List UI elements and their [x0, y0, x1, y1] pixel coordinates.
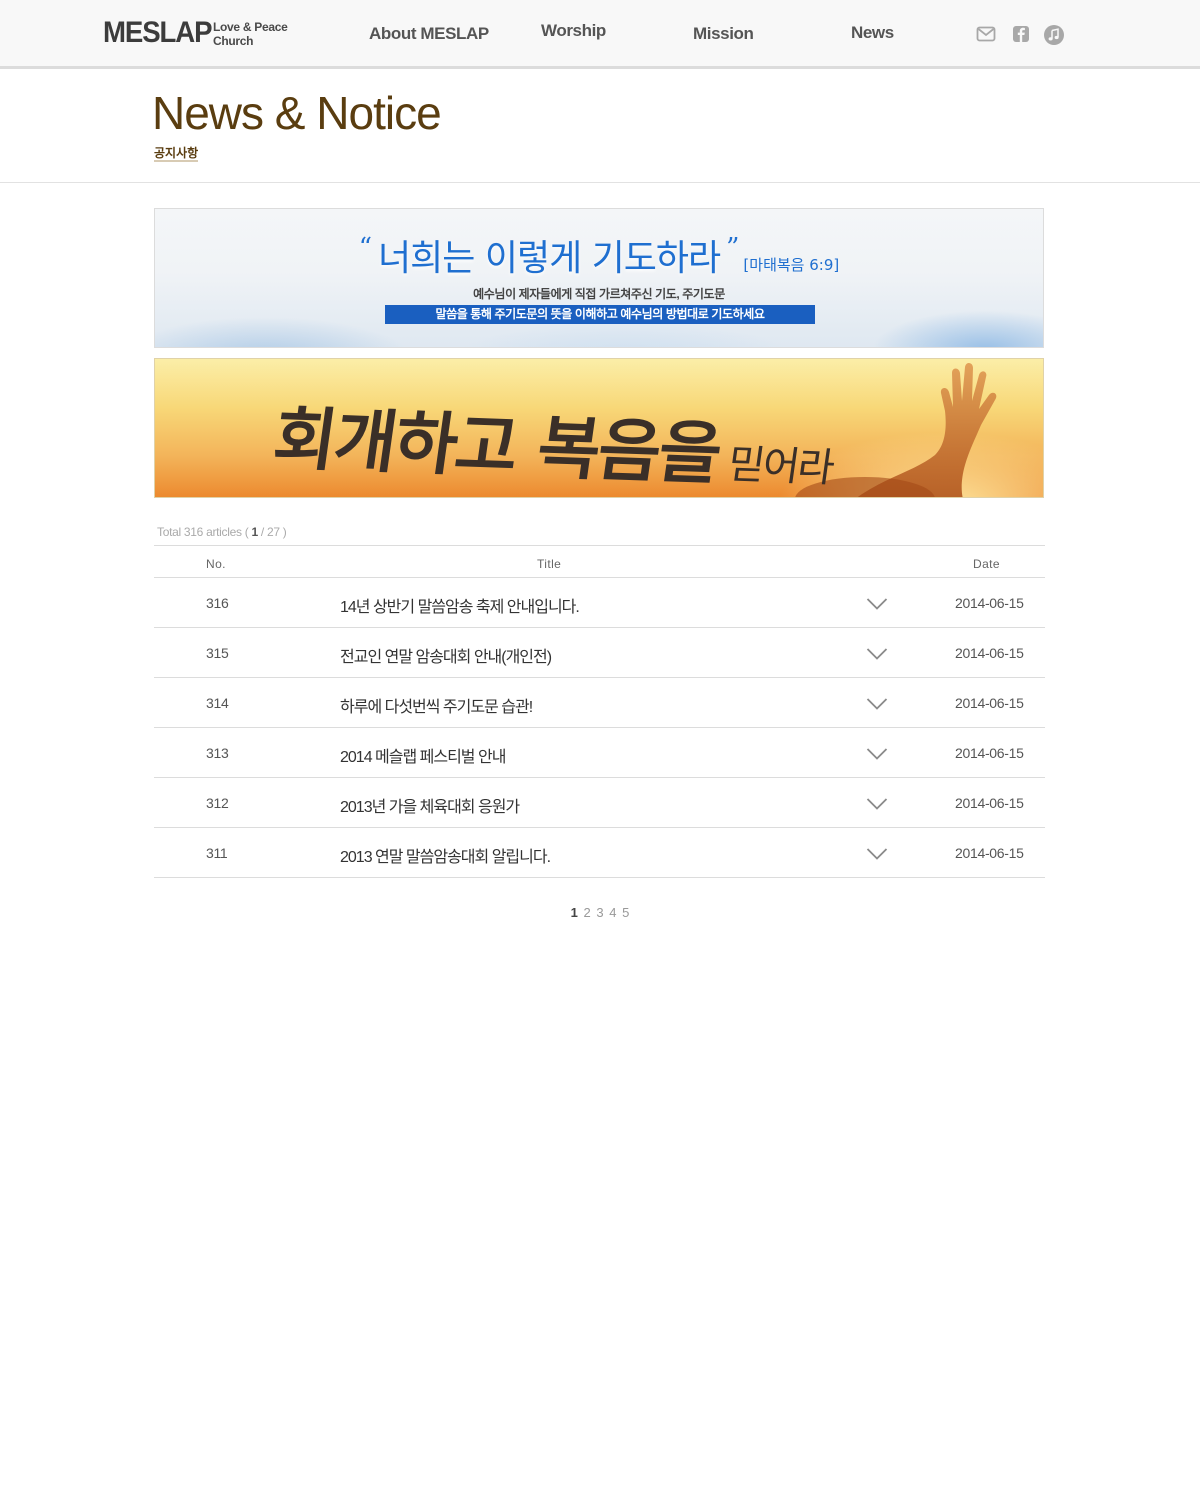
total-count: 316	[183, 525, 204, 539]
row-date: 2014-06-15	[955, 645, 1024, 661]
title-divider	[0, 182, 1200, 183]
row-title[interactable]: 하루에 다섯번씩 주기도문 습관!	[340, 693, 533, 717]
table-header: No. Title Date	[154, 546, 1045, 578]
logo-wordmark: MESLAP	[103, 16, 212, 49]
row-number: 314	[206, 695, 229, 711]
row-number: 315	[206, 645, 229, 661]
site-header: MESLAP Love & Peace Church About MESLAP …	[0, 0, 1200, 69]
chevron-down-icon[interactable]	[866, 647, 888, 661]
total-page-number: 27	[266, 525, 280, 539]
row-number: 316	[206, 595, 229, 611]
total-label: Total	[157, 525, 181, 539]
table-row[interactable]: 311 2013 연말 말씀암송대회 알립니다. 2014-06-15	[154, 828, 1045, 878]
row-date: 2014-06-15	[955, 845, 1024, 861]
prayer-banner-main-text: 너희는 이렇게 기도하라	[378, 238, 721, 279]
page-title: News & Notice	[152, 87, 442, 139]
column-header-no: No.	[206, 557, 226, 571]
page-link-2[interactable]: 2	[584, 905, 591, 920]
chevron-down-icon[interactable]	[866, 747, 888, 761]
open-quote-mark: “	[358, 233, 373, 263]
row-date: 2014-06-15	[955, 795, 1024, 811]
site-logo[interactable]: MESLAP Love & Peace Church	[103, 16, 288, 50]
gospel-banner[interactable]: 회개하고 복음을믿어라	[154, 358, 1044, 498]
nav-about[interactable]: About MESLAP	[369, 24, 489, 44]
current-page-number: 1	[251, 525, 258, 539]
logo-tagline: Love & Peace Church	[213, 20, 288, 48]
prayer-banner[interactable]: “너희는 이렇게 기도하라 ”[마태복음 6:9] 예수님이 제자들에게 직접 가…	[154, 208, 1044, 348]
nav-mission[interactable]: Mission	[693, 24, 754, 44]
articles-label: articles	[206, 525, 242, 539]
row-number: 313	[206, 745, 229, 761]
table-row[interactable]: 313 2014 메슬랩 페스티벌 안내 2014-06-15	[154, 728, 1045, 778]
table-row[interactable]: 316 14년 상반기 말씀암송 축제 안내입니다. 2014-06-15	[154, 578, 1045, 628]
row-date: 2014-06-15	[955, 745, 1024, 761]
row-date: 2014-06-15	[955, 695, 1024, 711]
prayer-banner-highlight: 말씀을 통해 주기도문의 뜻을 이해하고 예수님의 방법대로 기도하세요	[385, 305, 815, 324]
pagination: 1 2 3 4 5	[0, 905, 1200, 920]
row-number: 311	[206, 845, 228, 861]
gospel-banner-main-text: 회개하고 복음을	[268, 399, 726, 495]
row-title[interactable]: 14년 상반기 말씀암송 축제 안내입니다.	[340, 593, 580, 617]
notice-table: No. Title Date 316 14년 상반기 말씀암송 축제 안내입니다…	[154, 545, 1045, 878]
column-header-date: Date	[973, 557, 1000, 571]
prayer-banner-headline: “너희는 이렇게 기도하라 ”[마태복음 6:9]	[155, 229, 1043, 281]
chevron-down-icon[interactable]	[866, 797, 888, 811]
chevron-down-icon[interactable]	[866, 847, 888, 861]
prayer-banner-reference: [마태복음 6:9]	[743, 256, 840, 274]
mail-icon[interactable]	[976, 24, 998, 44]
row-title[interactable]: 2014 메슬랩 페스티벌 안내	[340, 743, 506, 767]
row-date: 2014-06-15	[955, 595, 1024, 611]
prayer-banner-caption: 예수님이 제자들에게 직접 가르쳐주신 기도, 주기도문	[473, 287, 725, 301]
page-link-3[interactable]: 3	[596, 905, 603, 920]
close-quote-mark: ”	[726, 233, 740, 263]
gospel-banner-tail-text: 믿어라	[724, 441, 836, 492]
nav-news[interactable]: News	[851, 23, 894, 43]
page-link-1[interactable]: 1	[571, 905, 578, 920]
facebook-icon[interactable]	[1011, 24, 1033, 44]
table-row[interactable]: 314 하루에 다섯번씩 주기도문 습관! 2014-06-15	[154, 678, 1045, 728]
column-header-title: Title	[537, 557, 562, 571]
page-link-4[interactable]: 4	[609, 905, 616, 920]
gospel-banner-calligraphy: 회개하고 복음을믿어라	[268, 383, 842, 497]
row-title[interactable]: 2013 연말 말씀암송대회 알립니다.	[340, 843, 551, 867]
row-title[interactable]: 2013년 가을 체육대회 응원가	[340, 793, 520, 817]
logo-tagline-line-2: Church	[213, 34, 254, 48]
row-title[interactable]: 전교인 연말 암송대회 안내(개인전)	[340, 643, 552, 667]
chevron-down-icon[interactable]	[866, 597, 888, 611]
table-row[interactable]: 312 2013년 가을 체육대회 응원가 2014-06-15	[154, 778, 1045, 828]
nav-worship[interactable]: Worship	[541, 21, 606, 41]
article-total: Total 316 articles ( 1 / 27 )	[157, 525, 287, 539]
music-icon[interactable]	[1043, 24, 1065, 45]
row-number: 312	[206, 795, 229, 811]
table-row[interactable]: 315 전교인 연말 암송대회 안내(개인전) 2014-06-15	[154, 628, 1045, 678]
logo-tagline-line-1: Love & Peace	[213, 20, 288, 34]
chevron-down-icon[interactable]	[866, 697, 888, 711]
page-link-5[interactable]: 5	[622, 905, 629, 920]
page-subtitle: 공지사항	[154, 146, 199, 162]
